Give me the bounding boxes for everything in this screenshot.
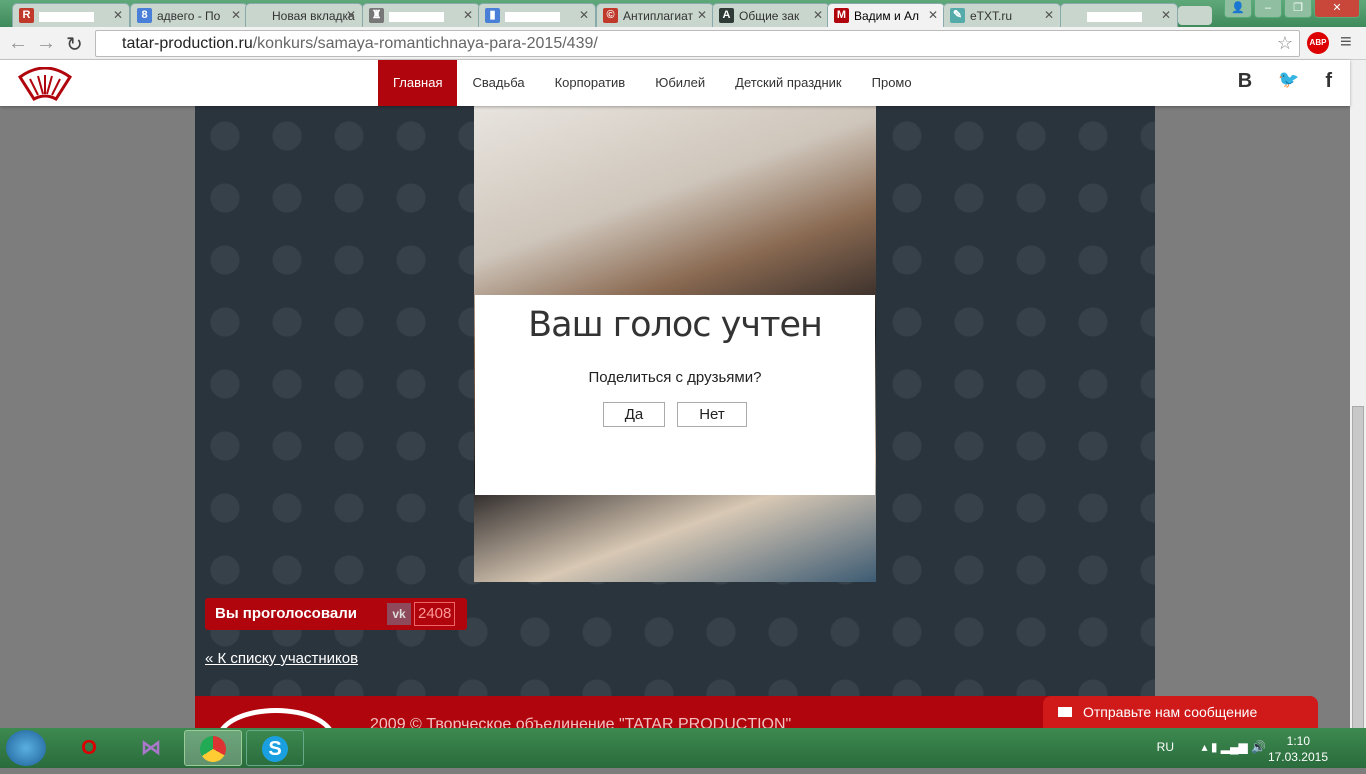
tab-label: адвего - По xyxy=(157,9,221,23)
browser-toolbar: ← → ↻ tatar-production.ru/konkurs/samaya… xyxy=(0,27,1366,60)
facebook-icon[interactable]: f xyxy=(1325,70,1332,93)
tab-label: Общие зак xyxy=(739,9,800,23)
language-indicator[interactable]: RU xyxy=(1157,740,1174,754)
browser-tab[interactable]: ▮ ✕ xyxy=(478,3,596,27)
vote-confirm-dialog: Ваш голос учтен Поделиться с друзьями? Д… xyxy=(475,295,875,495)
close-tab-icon[interactable]: ✕ xyxy=(697,8,707,22)
tab-strip: R ✕ 8 адвего - По ✕ Новая вкладка ✕ ♜ ✕ ▮ ✕ © Антипл… xyxy=(0,0,1366,27)
forward-icon[interactable]: → xyxy=(36,32,56,55)
dialog-title: Ваш голос учтен xyxy=(528,305,823,345)
tab-favicon: ✎ xyxy=(950,8,965,23)
nav-item[interactable]: Юбилей xyxy=(640,60,720,106)
profile-button[interactable]: 👤 xyxy=(1224,0,1252,18)
maximize-button[interactable]: ❐ xyxy=(1284,0,1312,18)
tab-label xyxy=(39,9,94,23)
scrollbar[interactable] xyxy=(1350,60,1366,736)
tab-favicon: R xyxy=(19,8,34,23)
browser-tab[interactable]: A Общие зак ✕ xyxy=(712,3,830,27)
start-button[interactable] xyxy=(6,730,46,766)
close-tab-icon[interactable]: ✕ xyxy=(1044,8,1054,22)
nav-item[interactable]: Главная xyxy=(378,60,458,106)
browser-tab[interactable]: M Вадим и Ал ✕ xyxy=(827,3,945,27)
new-tab-button[interactable] xyxy=(1178,6,1212,25)
close-window-button[interactable]: ✕ xyxy=(1314,0,1360,18)
opera-icon[interactable]: O xyxy=(60,730,118,766)
browser-tab[interactable]: Новая вкладка ✕ xyxy=(245,3,363,27)
browser-tab[interactable]: © Антиплагиат ✕ xyxy=(596,3,714,27)
browser-tab[interactable]: 8 адвего - По ✕ xyxy=(130,3,248,27)
chrome-icon[interactable] xyxy=(184,730,242,766)
clock-time[interactable]: 1:10 xyxy=(1287,734,1310,748)
site-footer: 2009 © Творческое объединение "TATAR PRO… xyxy=(195,696,1155,728)
close-tab-icon[interactable]: ✕ xyxy=(928,8,938,22)
twitter-icon[interactable]: 🐦 xyxy=(1278,70,1299,93)
nav-item[interactable]: Детский праздник xyxy=(720,60,856,106)
tab-label xyxy=(389,9,444,23)
site-logo[interactable] xyxy=(16,67,74,101)
footer-logo xyxy=(217,708,335,728)
tab-favicon xyxy=(252,8,267,23)
nav-item[interactable]: Промо xyxy=(857,60,927,106)
adblock-icon[interactable]: ABP xyxy=(1307,32,1329,54)
tab-label: eTXT.ru xyxy=(970,9,1013,23)
bookmark-star-icon[interactable]: ☆ xyxy=(1277,33,1293,54)
close-tab-icon[interactable]: ✕ xyxy=(231,8,241,22)
clock-date[interactable]: 17.03.2015 xyxy=(1268,750,1328,764)
tab-label: Новая вкладка xyxy=(272,9,355,23)
envelope-icon xyxy=(1058,707,1072,717)
close-tab-icon[interactable]: ✕ xyxy=(813,8,823,22)
tab-favicon: ♜ xyxy=(369,8,384,23)
tab-favicon: 8 xyxy=(137,8,152,23)
dialog-question: Поделиться с друзьями? xyxy=(588,369,762,386)
close-tab-icon[interactable]: ✕ xyxy=(113,8,123,22)
footer-copyright: 2009 © Творческое объединение "TATAR PRO… xyxy=(370,716,792,728)
vk-icon[interactable]: B xyxy=(1238,70,1252,93)
nav-item[interactable]: Свадьба xyxy=(457,60,539,106)
vote-label: Вы проголосовали xyxy=(215,605,357,622)
url-domain: tatar-production.ru xyxy=(122,35,253,52)
site-header: Главная Свадьба Корпоратив Юбилей Детский пр… xyxy=(0,60,1350,106)
reload-icon[interactable]: ↻ xyxy=(66,32,83,57)
app-icon[interactable]: ⋈ xyxy=(122,730,180,766)
send-message-label: Отправьте нам сообщение xyxy=(1083,704,1258,720)
nav-item[interactable]: Корпоратив xyxy=(540,60,641,106)
browser-tab[interactable]: ♜ ✕ xyxy=(362,3,480,27)
vote-count: 2408 xyxy=(414,602,456,626)
tab-label xyxy=(505,9,560,23)
browser-tab[interactable]: R ✕ xyxy=(12,3,130,27)
minimize-button[interactable]: – xyxy=(1254,0,1282,18)
browser-tab[interactable]: ✎ eTXT.ru ✕ xyxy=(943,3,1061,27)
tab-favicon: ▮ xyxy=(485,8,500,23)
tab-favicon xyxy=(1067,8,1082,23)
tab-label: Антиплагиат xyxy=(623,9,693,23)
vk-share-icon[interactable]: vk xyxy=(387,603,411,625)
browser-tab[interactable]: ✕ xyxy=(1060,3,1178,27)
close-tab-icon[interactable]: ✕ xyxy=(463,8,473,22)
taskbar: O ⋈ S RU ▴ ▮ ▂▄▆ 🔊 1:10 17.03.2015 xyxy=(0,728,1366,768)
skype-icon[interactable]: S xyxy=(246,730,304,766)
tab-favicon: M xyxy=(834,8,849,23)
tab-label: Вадим и Ал xyxy=(854,9,920,23)
back-to-list-link[interactable]: « К списку участников xyxy=(205,650,358,667)
tab-favicon: © xyxy=(603,8,618,23)
tray-icons[interactable]: ▴ ▮ ▂▄▆ 🔊 xyxy=(1201,740,1266,754)
close-tab-icon[interactable]: ✕ xyxy=(579,8,589,22)
yes-button[interactable]: Да xyxy=(603,402,665,427)
vote-badge: Вы проголосовали vk 2408 xyxy=(205,598,467,630)
scrollbar-thumb[interactable] xyxy=(1352,406,1364,736)
menu-icon[interactable]: ≡ xyxy=(1340,31,1352,54)
tab-label xyxy=(1087,9,1142,23)
no-button[interactable]: Нет xyxy=(677,402,747,427)
back-icon[interactable]: ← xyxy=(8,32,28,55)
address-bar[interactable]: tatar-production.ru/konkurs/samaya-roman… xyxy=(95,30,1300,57)
window-controls: 👤 – ❐ ✕ xyxy=(1224,0,1360,18)
close-tab-icon[interactable]: ✕ xyxy=(346,8,356,22)
send-message-button[interactable]: Отправьте нам сообщение xyxy=(1043,696,1318,728)
tab-favicon: A xyxy=(719,8,734,23)
close-tab-icon[interactable]: ✕ xyxy=(1161,8,1171,22)
url-path: /konkurs/samaya-romantichnaya-para-2015/… xyxy=(252,35,598,52)
